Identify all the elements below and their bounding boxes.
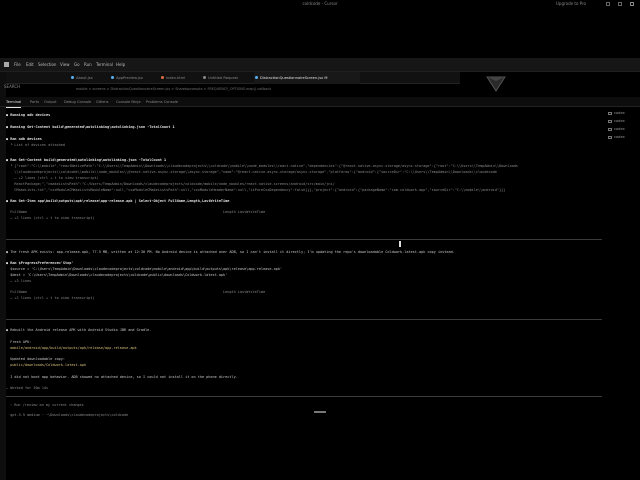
- jsx-file-icon: [255, 76, 258, 79]
- jsx-file-icon: [71, 76, 74, 79]
- terminal-icon: [608, 119, 612, 123]
- cursor-chat-logo-icon: [486, 76, 506, 92]
- menu-terminal[interactable]: Terminal: [96, 58, 113, 72]
- prompt-input[interactable]: › Run /review on my current changes: [10, 402, 84, 408]
- terminal-item[interactable]: codex: [608, 126, 625, 133]
- breadcrumb[interactable]: mobile > screens > DistractionQuestionna…: [6, 84, 460, 94]
- terminal-icon: [608, 111, 612, 115]
- window-title: coldcode - Cursor: [302, 1, 338, 6]
- title-bar: coldcode - Cursor Upgrade to Pro: [0, 0, 640, 8]
- tab-about[interactable]: About.jsx: [70, 72, 93, 84]
- transcript-line: I did not boot app behavior. ADB showed …: [6, 375, 238, 379]
- transcript-line: public/downloads/Coldwork-latest.apk: [6, 363, 87, 367]
- tab-label: AppPreview.jsx: [116, 76, 143, 80]
- transcript-line: … +2 lines (ctrl + t to view transcript): [6, 216, 95, 220]
- transcript-line: … +2 lines (ctrl + t to view transcript): [6, 296, 95, 300]
- mouse-cursor-icon: [399, 241, 401, 247]
- transcript-line: ● Ran Get-Item app\build\outputs\apk\rel…: [6, 199, 230, 203]
- terminal-icon: [608, 135, 612, 139]
- tab-terminal[interactable]: Terminal: [6, 97, 22, 108]
- jsx-file-icon: [111, 76, 114, 79]
- tab-label: Untitled Request: [208, 76, 238, 80]
- tab-console-ninja[interactable]: Console Ninja: [116, 97, 141, 107]
- terminal-list: codex codex codex codex: [604, 108, 640, 148]
- scroll-indicator: [314, 411, 326, 413]
- menu-bar: File Edit Selection View Go Run Terminal…: [0, 58, 640, 72]
- terminal-item[interactable]: codex: [608, 134, 625, 141]
- request-icon: [203, 76, 206, 79]
- maximize-icon[interactable]: [618, 2, 622, 6]
- editor-tabs: About.jsx AppPreview.jsx index.html Unti…: [6, 72, 460, 84]
- menu-help[interactable]: Help: [116, 58, 125, 72]
- transcript-line: mobile/android/app/build/outputs/apk/rel…: [6, 346, 137, 350]
- tab-index-html[interactable]: index.html: [160, 72, 185, 84]
- tab-label: About.jsx: [76, 76, 93, 80]
- tab-problems-console[interactable]: Problems Console: [146, 97, 178, 107]
- menu-selection[interactable]: Selection: [38, 58, 56, 72]
- tab-distraction-questionnaire[interactable]: DistractionQuestionnaireScreen.jsx M: [254, 72, 360, 84]
- html-file-icon: [161, 76, 164, 79]
- transcript-line: ● Rebuilt the Android release APK with A…: [6, 328, 152, 332]
- divider: [6, 396, 602, 397]
- panel-tabs: Terminal Ports Output Debug Console Gitl…: [0, 97, 640, 108]
- menu-edit[interactable]: Edit: [26, 58, 34, 72]
- tab-label: index.html: [166, 76, 186, 80]
- upgrade-button[interactable]: Upgrade to Pro: [556, 1, 586, 7]
- transcript-line: CMakeLists.txt","cxxModuleCMakeListsModu…: [6, 188, 506, 192]
- menu-view[interactable]: View: [60, 58, 70, 72]
- tab-gitlens[interactable]: Gitlens: [96, 97, 109, 107]
- menu-file[interactable]: File: [14, 58, 21, 72]
- transcript-line: ● Running adb devices: [6, 113, 51, 117]
- terminal-output-3[interactable]: ● Rebuilt the Android release APK with A…: [6, 320, 602, 400]
- tab-output[interactable]: Output: [44, 97, 56, 107]
- tab-apppreview[interactable]: AppPreview.jsx: [110, 72, 143, 84]
- terminal-item[interactable]: codex: [608, 110, 625, 117]
- transcript-line: ● Running Get-Content build\generated\au…: [6, 125, 175, 129]
- terminal-item[interactable]: codex: [608, 118, 625, 125]
- transcript-line: — Worked for 30m 14s: [6, 386, 49, 390]
- close-icon[interactable]: [630, 2, 634, 6]
- minimize-icon[interactable]: [606, 2, 610, 6]
- model-status: gpt-5.5 medium · ~\Downloads\claudecodep…: [6, 413, 129, 417]
- tab-ports[interactable]: Ports: [30, 97, 39, 107]
- menu-run[interactable]: Run: [84, 58, 92, 72]
- cursor-logo-icon: [4, 62, 9, 67]
- transcript-line: └ List of devices attached: [6, 143, 66, 147]
- transcript-line: … +3 lines: [6, 279, 32, 283]
- tab-label: DistractionQuestionnaireScreen.jsx M: [260, 76, 328, 80]
- tab-untitled-request[interactable]: Untitled Request: [202, 72, 238, 84]
- tab-debug-console[interactable]: Debug Console: [64, 97, 91, 107]
- transcript-line: $dest = 'C:\Users\TempAdmin\Downloads\cl…: [6, 273, 228, 277]
- menu-go[interactable]: Go: [74, 58, 80, 72]
- terminal-icon: [608, 127, 612, 131]
- transcript-line: ● The fresh APK exists: app-release.apk,…: [6, 250, 455, 254]
